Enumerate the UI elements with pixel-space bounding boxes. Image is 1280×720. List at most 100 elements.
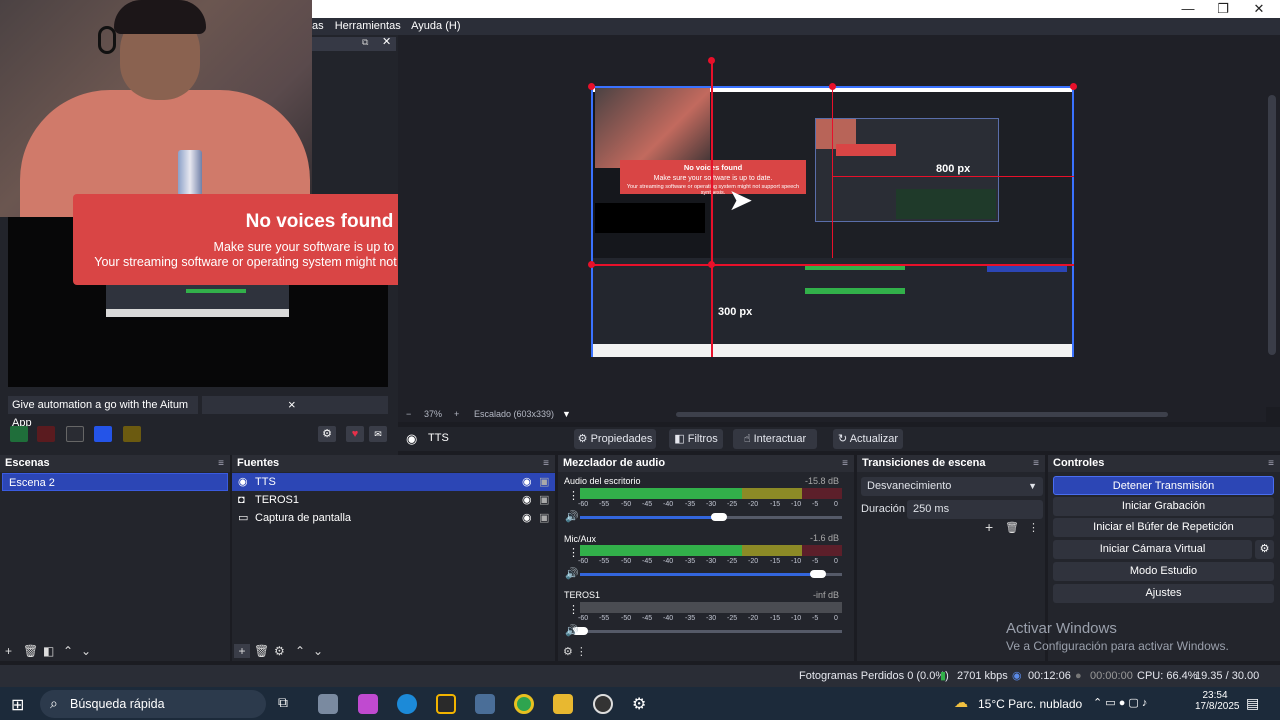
corner-handle-tm[interactable] (829, 83, 836, 90)
file-explorer-icon[interactable] (553, 694, 573, 714)
monitor-icon[interactable] (123, 426, 141, 442)
tray-icons[interactable]: ⌃ ▭ ● ▢ ♪ (1093, 696, 1147, 709)
filters-button[interactable]: ◧ Filtros (669, 429, 723, 449)
store-icon[interactable] (436, 694, 456, 714)
dock-menu-icon[interactable]: ≡ (543, 455, 549, 472)
windows-start-icon[interactable]: ⊞ (11, 695, 24, 715)
taskbar-search[interactable]: Búsqueda rápida (40, 690, 266, 718)
edge-icon[interactable] (397, 694, 417, 714)
start-recording-button[interactable]: Iniciar Grabación (1053, 497, 1274, 516)
eye-icon[interactable]: ◉ (522, 491, 532, 509)
zoom-out-button[interactable]: − (406, 407, 411, 422)
remove-scene-icon[interactable]: 🗑 (23, 644, 38, 658)
corner-handle-tr[interactable] (1070, 83, 1077, 90)
source-item-screen[interactable]: ▭ Captura de pantalla ◉ ▣ (232, 509, 555, 527)
menu-item-help[interactable]: Ayuda (H) (411, 20, 460, 32)
task-view-icon[interactable]: ⧉ (278, 694, 298, 714)
remove-transition-icon[interactable]: 🗑 (1005, 521, 1019, 534)
square-icon[interactable] (66, 426, 84, 442)
horizontal-scroll-thumb[interactable] (676, 412, 1168, 417)
eye-icon[interactable]: ◉ (522, 473, 532, 491)
volume-slider[interactable] (580, 513, 842, 521)
stop-stream-button[interactable]: Detener Transmisión (1053, 476, 1274, 495)
scene-item[interactable]: Escena 2 (2, 473, 228, 491)
corner-handle-tl[interactable] (588, 83, 595, 90)
mixer-settings-icon[interactable]: ⚙ ⋮ (563, 645, 587, 658)
add-transition-icon[interactable]: + (985, 519, 993, 535)
muted-speaker-icon[interactable]: 🔊 (565, 624, 579, 637)
scale-dropdown-icon[interactable]: ▼ (562, 407, 571, 422)
source-item-teros1[interactable]: ◘ TEROS1 ◉ ▣ (232, 491, 555, 509)
aitum-promo[interactable]: Give automation a go with the Aitum App (8, 396, 198, 429)
minimize-button[interactable]: — (1170, 0, 1206, 18)
corner-handle-ml[interactable] (588, 261, 595, 268)
guide-handle-top[interactable] (708, 57, 715, 64)
remove-source-icon[interactable]: 🗑 (254, 644, 269, 658)
taskbar-app-icon[interactable] (318, 694, 338, 714)
copilot-icon[interactable] (358, 694, 378, 714)
channel-menu-icon[interactable]: ⋮ (568, 603, 579, 616)
interact-button[interactable]: ☝ Interactuar (733, 429, 817, 449)
source-item-tts[interactable]: ◉ TTS ◉ ▣ (232, 473, 555, 491)
vertical-scroll-thumb[interactable] (1268, 95, 1276, 355)
move-up-icon[interactable]: ⌃ (295, 644, 305, 658)
add-source-icon[interactable]: + (234, 644, 250, 658)
transition-select[interactable]: Desvanecimiento ▼ (861, 477, 1043, 496)
transition-menu-icon[interactable]: ⋮ (1028, 521, 1039, 534)
speaker-icon[interactable]: 🔊 (565, 510, 579, 523)
dock-menu-icon[interactable]: ≡ (218, 455, 224, 472)
virtual-camera-settings-icon[interactable]: ⚙ (1255, 540, 1274, 559)
filters-icon[interactable]: ◧ (43, 644, 54, 658)
volume-slider[interactable] (572, 627, 842, 635)
channel-menu-icon[interactable]: ⋮ (568, 489, 579, 502)
notification-icon[interactable]: ▤ (1246, 695, 1259, 712)
eye-icon[interactable]: ◉ (522, 509, 532, 527)
mail-icon[interactable] (475, 694, 495, 714)
settings-app-icon[interactable]: ⚙ (632, 694, 652, 714)
move-down-icon[interactable]: ⌄ (81, 644, 91, 658)
lock-icon[interactable]: ▣ (539, 491, 549, 509)
volume-knob[interactable] (711, 513, 727, 521)
chat-icon[interactable]: ✉ (369, 426, 387, 442)
dock-close-icon[interactable]: ✕ (382, 35, 391, 48)
refresh-button[interactable]: ↻ Actualizar (833, 429, 903, 449)
add-scene-icon[interactable]: + (5, 644, 12, 658)
lock-icon[interactable]: ▣ (539, 509, 549, 527)
dock-menu-icon[interactable]: ≡ (1033, 455, 1039, 472)
settings-button[interactable]: Ajustes (1053, 584, 1274, 603)
zoom-in-button[interactable]: + (454, 407, 459, 422)
close-button[interactable]: ✕ (1241, 0, 1277, 18)
virtual-camera-button[interactable]: Iniciar Cámara Virtual (1053, 540, 1252, 559)
scene-switch-icon[interactable] (10, 426, 28, 442)
refresh-icon[interactable] (94, 426, 112, 442)
obs-icon[interactable] (593, 694, 613, 714)
volume-slider[interactable] (580, 570, 842, 578)
aitum-close-icon[interactable]: × (288, 396, 302, 414)
dock-menu-icon[interactable]: ≡ (1268, 455, 1274, 472)
move-up-icon[interactable]: ⌃ (63, 644, 73, 658)
speaker-icon[interactable]: 🔊 (565, 567, 579, 580)
gear-icon[interactable]: ⚙ (318, 426, 336, 442)
corner-handle-mm[interactable] (708, 261, 715, 268)
studio-mode-button[interactable]: Modo Estudio (1053, 562, 1274, 581)
float-icon[interactable]: ⧉ (362, 37, 368, 48)
move-down-icon[interactable]: ⌄ (313, 644, 323, 658)
clock[interactable]: 23:54 17/8/2025 (1195, 690, 1240, 712)
menu-item-tools[interactable]: Herramientas (335, 20, 401, 32)
volume-knob[interactable] (810, 570, 826, 578)
clock-date: 17/8/2025 (1195, 701, 1240, 712)
menu-item-partial[interactable]: as (312, 20, 324, 32)
signal-icon: ▮ (940, 670, 947, 682)
maximize-button[interactable]: ❐ (1205, 0, 1241, 18)
source-settings-icon[interactable]: ⚙ (274, 644, 285, 658)
duration-input[interactable]: 250 ms (907, 500, 1043, 519)
chrome-icon[interactable] (514, 694, 534, 714)
replay-buffer-button[interactable]: Iniciar el Búfer de Repetición (1053, 518, 1274, 537)
weather-text[interactable]: 15°C Parc. nublado (978, 697, 1082, 711)
channel-menu-icon[interactable]: ⋮ (568, 546, 579, 559)
dock-menu-icon[interactable]: ≡ (842, 455, 848, 472)
lock-icon[interactable]: ▣ (539, 473, 549, 491)
heart-icon[interactable]: ♥ (346, 426, 364, 442)
record-icon[interactable] (37, 426, 55, 442)
properties-button[interactable]: ⚙ Propiedades (574, 429, 656, 449)
